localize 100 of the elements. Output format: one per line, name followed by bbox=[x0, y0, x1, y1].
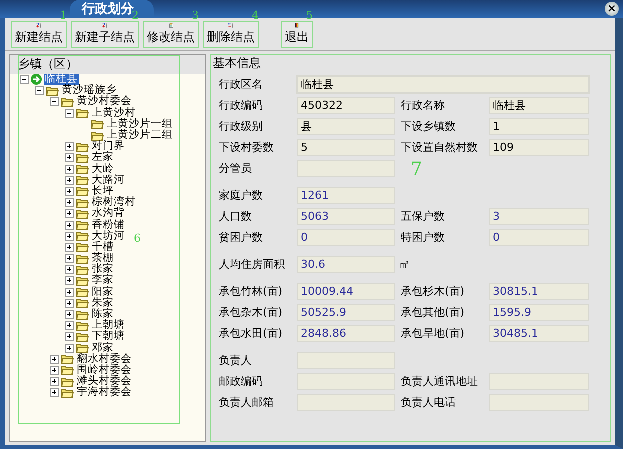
tree-item[interactable]: 大坊河 bbox=[91, 230, 126, 242]
tree-item[interactable]: 上黄沙片二组 bbox=[106, 130, 174, 142]
input-field[interactable]: 临桂县 bbox=[297, 76, 589, 92]
expand-icon[interactable] bbox=[50, 354, 59, 364]
tree-item[interactable]: 大岭 bbox=[91, 164, 115, 175]
tree-item[interactable]: 邓家 bbox=[91, 342, 115, 354]
folder-icon bbox=[76, 164, 89, 174]
tree-item[interactable]: 滩头村委会 bbox=[76, 376, 133, 388]
input-field[interactable]: 临桂县 bbox=[489, 96, 589, 114]
folder-icon bbox=[91, 119, 104, 130]
expand-icon[interactable] bbox=[65, 298, 74, 308]
folder-icon bbox=[76, 264, 89, 275]
input-field[interactable]: 3 bbox=[489, 208, 589, 224]
expand-icon[interactable] bbox=[65, 176, 74, 185]
expand-icon[interactable] bbox=[65, 288, 74, 297]
expand-icon[interactable] bbox=[65, 332, 74, 342]
field-label: 行政编码 bbox=[219, 98, 263, 112]
expand-icon[interactable] bbox=[65, 209, 74, 218]
tree-item[interactable]: 黄沙村委会 bbox=[76, 96, 133, 108]
folder-icon bbox=[76, 287, 89, 298]
input-field[interactable]: 30815.1 bbox=[489, 282, 589, 300]
input-field[interactable]: 县 bbox=[297, 118, 395, 134]
tree-item[interactable]: 阳家 bbox=[91, 286, 115, 298]
tree-item[interactable]: 大路河 bbox=[91, 174, 126, 186]
tree-item[interactable]: 茶棚 bbox=[91, 253, 115, 264]
folder-icon bbox=[61, 96, 74, 107]
folder-icon bbox=[61, 376, 74, 387]
folder-icon bbox=[61, 388, 74, 398]
expand-icon[interactable] bbox=[65, 242, 74, 252]
input-field[interactable]: 450322 bbox=[297, 96, 395, 114]
tree-item[interactable]: 下朝塘 bbox=[91, 331, 126, 342]
tree-item[interactable]: 长坪 bbox=[91, 186, 115, 197]
folder-icon bbox=[61, 365, 74, 376]
input-field[interactable]: 1595.9 bbox=[489, 304, 589, 320]
field-label: 下设村委数 bbox=[219, 140, 274, 154]
folder-icon bbox=[76, 320, 89, 331]
input-field[interactable]: 5 bbox=[297, 138, 395, 156]
field-label: 负责人电话 bbox=[401, 394, 456, 410]
tree-item[interactable]: 黄沙瑶族乡 bbox=[61, 85, 118, 96]
expand-icon[interactable] bbox=[65, 254, 74, 264]
expand-icon[interactable] bbox=[65, 142, 74, 152]
input-field[interactable]: 1261 bbox=[297, 186, 395, 204]
field-label: 分管员 bbox=[219, 160, 252, 176]
expand-icon[interactable] bbox=[65, 344, 74, 353]
collapse-icon[interactable] bbox=[20, 75, 29, 84]
tree-item[interactable]: 上朝塘 bbox=[91, 320, 126, 332]
expand-icon[interactable] bbox=[50, 366, 59, 375]
input-field[interactable]: 0 bbox=[489, 228, 589, 246]
tree-item[interactable]: 水沟背 bbox=[91, 208, 126, 220]
expand-icon[interactable] bbox=[65, 164, 74, 174]
expand-icon[interactable] bbox=[65, 186, 74, 196]
input-field[interactable]: 50525.9 bbox=[297, 304, 395, 320]
input-field[interactable]: 1 bbox=[489, 118, 589, 134]
tree-item[interactable]: 围岭村委会 bbox=[76, 364, 133, 376]
tree-item[interactable]: 千槽 bbox=[91, 242, 115, 253]
input-field[interactable]: 0 bbox=[297, 228, 395, 246]
field-label: 承包杉木(亩) bbox=[401, 284, 465, 298]
expand-icon[interactable] bbox=[65, 265, 74, 274]
input-field[interactable]: 5063 bbox=[297, 208, 395, 224]
folder-icon bbox=[76, 332, 89, 342]
collapse-icon[interactable] bbox=[65, 108, 74, 118]
field-label: 下设乡镇数 bbox=[401, 118, 456, 134]
expand-icon[interactable] bbox=[65, 310, 74, 320]
expand-icon[interactable] bbox=[50, 377, 59, 386]
input-field[interactable]: 10009.44 bbox=[297, 282, 395, 300]
tree-item[interactable]: 张家 bbox=[91, 264, 115, 276]
folder-icon bbox=[76, 175, 89, 186]
tree-item[interactable]: 上黄沙村 bbox=[91, 108, 137, 119]
tree-item[interactable]: 香粉铺 bbox=[91, 220, 126, 231]
expand-icon[interactable] bbox=[50, 388, 59, 398]
folder-icon bbox=[76, 152, 89, 163]
field-label: 人口数 bbox=[219, 208, 252, 224]
tree-item[interactable]: 对门界 bbox=[91, 141, 126, 152]
tree-item[interactable]: 临桂县 bbox=[44, 74, 79, 86]
folder-icon bbox=[76, 186, 89, 196]
input-field[interactable]: 2848.86 bbox=[297, 324, 395, 342]
tree-item[interactable]: 朱家 bbox=[91, 298, 115, 309]
input-field[interactable]: 30485.1 bbox=[489, 324, 589, 342]
expand-icon[interactable] bbox=[65, 153, 74, 162]
expand-icon[interactable] bbox=[65, 220, 74, 230]
collapse-icon[interactable] bbox=[50, 97, 59, 106]
folder-icon bbox=[76, 208, 89, 219]
tree-item[interactable]: 棕树湾村 bbox=[91, 197, 137, 208]
expand-icon[interactable] bbox=[65, 321, 74, 330]
input-field[interactable]: 109 bbox=[489, 138, 589, 156]
field-label: 负责人 bbox=[219, 352, 252, 368]
expand-icon[interactable] bbox=[65, 232, 74, 241]
tree-item[interactable]: 李家 bbox=[91, 275, 115, 286]
expand-icon[interactable] bbox=[65, 198, 74, 208]
tree-item[interactable]: 陈家 bbox=[91, 309, 115, 320]
tree-item[interactable]: 翻水村委会 bbox=[76, 354, 133, 365]
close-button[interactable]: × bbox=[605, 2, 619, 16]
folder-icon bbox=[76, 298, 89, 308]
tree-item[interactable]: 宇海村委会 bbox=[76, 387, 133, 398]
collapse-icon[interactable] bbox=[35, 86, 44, 96]
input-field[interactable]: 30.6 bbox=[297, 256, 395, 272]
folder-icon bbox=[76, 242, 89, 252]
expand-icon[interactable] bbox=[65, 276, 74, 286]
tree-item[interactable]: 左家 bbox=[91, 152, 115, 164]
tree-item[interactable]: 上黄沙片一组 bbox=[106, 118, 174, 130]
